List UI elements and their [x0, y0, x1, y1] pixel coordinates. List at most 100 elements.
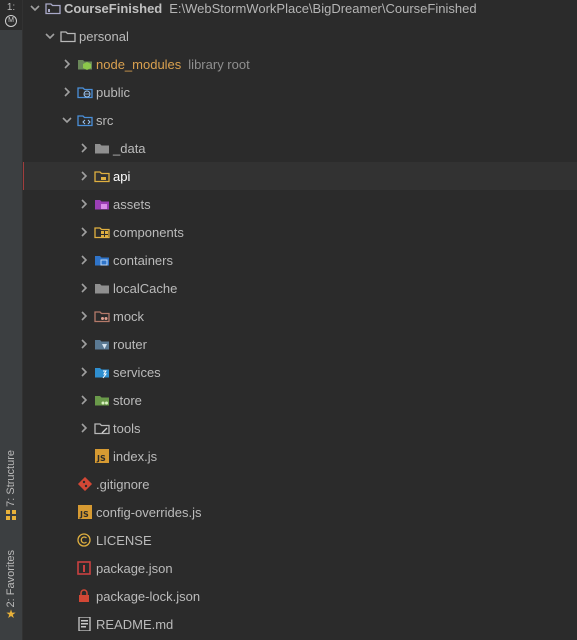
source-folder-icon [77, 113, 93, 127]
chevron-right-icon[interactable] [77, 421, 91, 435]
project-tree: CourseFinished E:\WebStormWorkPlace\BigD… [23, 0, 577, 640]
chevron-right-icon[interactable] [77, 253, 91, 267]
file-name: index.js [113, 448, 158, 464]
tree-row-config-overrides[interactable]: JS config-overrides.js [23, 498, 577, 526]
favorites-tab-label: 2: Favorites [5, 550, 17, 608]
structure-icon [6, 509, 16, 520]
left-tool-window-bar: 1: M 7: Structure 2: Favorites ★ [0, 0, 23, 640]
npm-file-icon [77, 561, 93, 575]
tree-row-assets[interactable]: assets [23, 190, 577, 218]
chevron-right-icon[interactable] [77, 141, 91, 155]
chevron-right-icon[interactable] [77, 337, 91, 351]
tree-row-gitignore[interactable]: .gitignore [23, 470, 577, 498]
js-file-icon: JS [94, 449, 110, 463]
tree-row-node-modules[interactable]: node_modules library root [23, 50, 577, 78]
tree-row-api[interactable]: api [23, 162, 577, 190]
router-folder-icon [94, 337, 110, 351]
chevron-down-icon[interactable] [28, 1, 42, 15]
svg-text:JS: JS [79, 510, 89, 519]
file-name: .gitignore [96, 476, 150, 492]
tree-row-components[interactable]: components [23, 218, 577, 246]
module-folder-icon [45, 1, 61, 15]
project-tool-window-tab[interactable]: 1: M [0, 0, 22, 30]
tree-row-localcache[interactable]: localCache [23, 274, 577, 302]
project-tab-number: 1: [6, 2, 16, 13]
tree-row-router[interactable]: router [23, 330, 577, 358]
tree-row-index-js[interactable]: JS index.js [23, 442, 577, 470]
license-icon [77, 533, 93, 547]
star-icon: ★ [5, 607, 17, 622]
file-name: config-overrides.js [96, 504, 202, 520]
folder-icon [94, 141, 110, 155]
favorites-tool-window-tab[interactable]: 2: Favorites ★ [0, 550, 22, 621]
chevron-right-icon[interactable] [77, 225, 91, 239]
structure-tool-window-tab[interactable]: 7: Structure [0, 450, 22, 520]
tree-row-src[interactable]: src [23, 106, 577, 134]
chevron-down-icon[interactable] [43, 29, 57, 43]
library-root-hint: library root [188, 56, 250, 72]
folder-name: assets [113, 196, 151, 212]
tree-row-data[interactable]: _data [23, 134, 577, 162]
file-name: package-lock.json [96, 588, 201, 604]
services-folder-icon [94, 365, 110, 379]
mock-folder-icon [94, 309, 110, 323]
file-name: package.json [96, 560, 173, 576]
tree-row-package-json[interactable]: package.json [23, 554, 577, 582]
tree-row-root[interactable]: CourseFinished E:\WebStormWorkPlace\BigD… [23, 0, 577, 22]
folder-name: localCache [113, 280, 178, 296]
chevron-right-icon[interactable] [60, 57, 74, 71]
chevron-right-icon[interactable] [77, 197, 91, 211]
tree-row-mock[interactable]: mock [23, 302, 577, 330]
folder-name: _data [113, 140, 146, 156]
folder-name: public [96, 84, 130, 100]
folder-name: mock [113, 308, 145, 324]
tree-row-public[interactable]: public [23, 78, 577, 106]
svg-text:JS: JS [96, 454, 106, 463]
tree-row-tools[interactable]: tools [23, 414, 577, 442]
lock-icon [77, 589, 93, 603]
chevron-right-icon[interactable] [77, 281, 91, 295]
containers-folder-icon [94, 253, 110, 267]
web-folder-icon [77, 85, 93, 99]
tree-row-store[interactable]: store [23, 386, 577, 414]
api-folder-icon [94, 169, 110, 183]
tree-row-containers[interactable]: containers [23, 246, 577, 274]
node-modules-folder-icon [77, 57, 93, 71]
js-file-icon: JS [77, 505, 93, 519]
tree-row-services[interactable]: services [23, 358, 577, 386]
store-folder-icon [94, 393, 110, 407]
folder-name: containers [113, 252, 173, 268]
chevron-right-icon[interactable] [60, 85, 74, 99]
folder-name: src [96, 112, 114, 128]
git-file-icon [77, 477, 93, 491]
folder-name: node_modules [96, 56, 182, 72]
tree-row-readme[interactable]: README.md [23, 610, 577, 638]
folder-name: api [113, 168, 131, 184]
root-folder-name: CourseFinished [64, 0, 163, 16]
folder-name: components [113, 224, 184, 240]
chevron-right-icon[interactable] [77, 169, 91, 183]
folder-icon [60, 29, 76, 43]
markdown-file-icon [77, 617, 93, 631]
project-m-icon: M [5, 15, 17, 27]
assets-folder-icon [94, 197, 110, 211]
folder-name: router [113, 336, 147, 352]
structure-tab-label: 7: Structure [5, 450, 17, 507]
chevron-right-icon[interactable] [77, 393, 91, 407]
tools-folder-icon [94, 421, 110, 435]
components-folder-icon [94, 225, 110, 239]
folder-name: services [113, 364, 161, 380]
folder-name: tools [113, 420, 141, 436]
tree-row-license[interactable]: LICENSE [23, 526, 577, 554]
tree-row-package-lock[interactable]: package-lock.json [23, 582, 577, 610]
tree-row-personal[interactable]: personal [23, 22, 577, 50]
file-name: README.md [96, 616, 174, 632]
root-folder-path: E:\WebStormWorkPlace\BigDreamer\CourseFi… [169, 0, 477, 16]
file-name: LICENSE [96, 532, 152, 548]
chevron-right-icon[interactable] [77, 309, 91, 323]
folder-name: personal [79, 28, 129, 44]
chevron-right-icon[interactable] [77, 365, 91, 379]
chevron-down-icon[interactable] [60, 113, 74, 127]
folder-icon [94, 281, 110, 295]
folder-name: store [113, 392, 142, 408]
